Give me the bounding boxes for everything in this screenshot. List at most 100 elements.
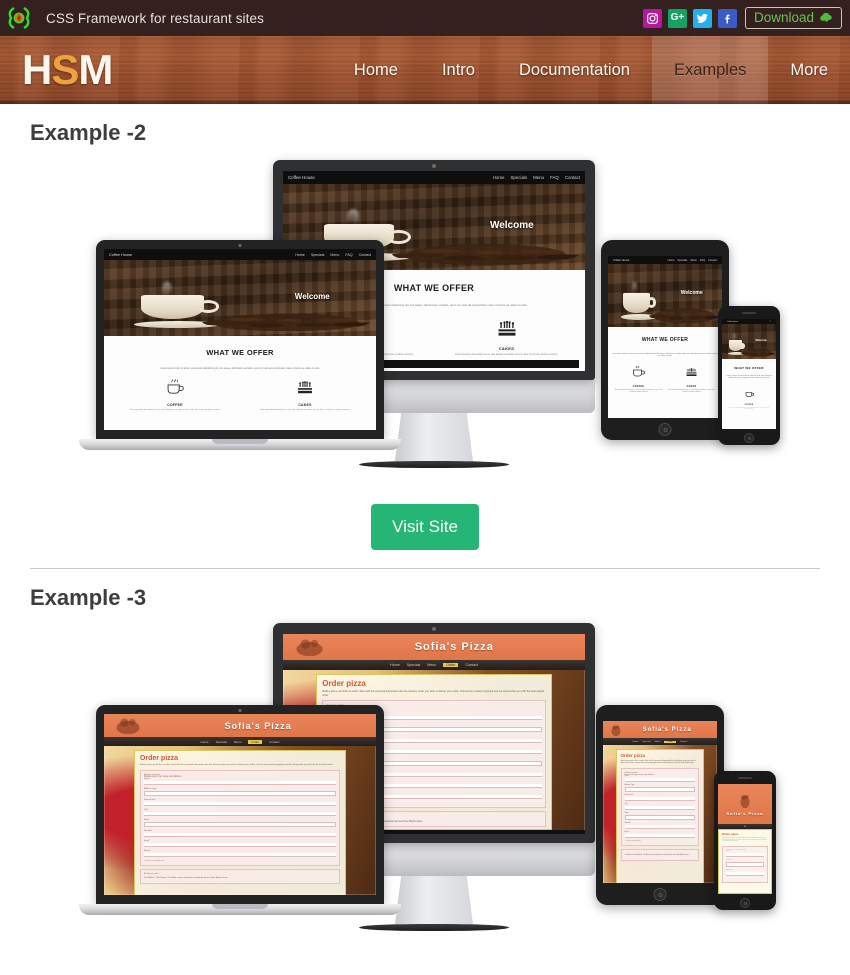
coffee-phone-menu-icon[interactable]: ☰: [769, 321, 771, 323]
section-divider: [30, 568, 820, 569]
phone-home-button[interactable]: [744, 433, 754, 443]
coffee-phone-hero-word: Welcome: [755, 338, 767, 342]
pizza-tablet-select-state[interactable]: [624, 814, 696, 820]
pizza-nav-home[interactable]: Home: [390, 663, 400, 667]
instagram-icon[interactable]: [642, 8, 662, 28]
pizza-tablet-label-street: Street name*: [624, 794, 634, 796]
pizza-tablet-input-street[interactable]: [624, 796, 696, 801]
pizza-tablet-nav-home[interactable]: Home: [633, 741, 639, 743]
coffee-tablet-links: Home Specials Menu FAQ Contact: [668, 259, 717, 262]
tablet-mockup-coffee[interactable]: Coffee House Home Specials Menu FAQ Cont…: [601, 240, 729, 440]
coffee-nav-home[interactable]: Home: [493, 175, 505, 180]
pizza-laptop-card: Order pizza Build a pizza you'd like to …: [133, 750, 347, 895]
site-logo[interactable]: HSM: [22, 49, 113, 91]
coffee-phone-paragraph: Lorem ipsum dolor sit amet, consectetur …: [726, 376, 772, 379]
hsm-bracket-logo-icon[interactable]: [6, 5, 32, 31]
tablet-home-button-2[interactable]: [653, 888, 667, 901]
nav-item-more[interactable]: More: [768, 36, 850, 104]
pizza-laptop-input-email[interactable]: [143, 842, 337, 847]
google-plus-icon[interactable]: G+: [667, 8, 687, 28]
visit-site-button-example-2[interactable]: Visit Site: [371, 504, 479, 550]
pizza-tablet-nav-order[interactable]: Order: [664, 740, 676, 743]
coffee-phone-hero: Welcome: [722, 324, 776, 359]
download-label: Download: [753, 10, 814, 25]
pizza-phone-input-street[interactable]: [726, 871, 764, 876]
pizza-phone-screen: Sofia's Pizza ☰ Order pizza Build a pizz…: [718, 784, 772, 894]
pizza-tablet-input-email[interactable]: [624, 833, 696, 838]
coffee-laptop-nav-home[interactable]: Home: [295, 253, 305, 257]
coffee-tablet-nav-faq[interactable]: FAQ: [700, 259, 705, 262]
pizza-laptop-nav-menu[interactable]: Menu: [234, 740, 242, 744]
coffee-phone-body: WHAT WE OFFER Lorem ipsum dolor sit amet…: [722, 359, 776, 429]
example-3-section: Example -3 Sofia's Pizza Home Specials M…: [0, 585, 850, 933]
pizza-nav-order[interactable]: Order: [443, 663, 459, 667]
coffee-laptop-links: Home Specials Menu FAQ Contact: [295, 253, 371, 257]
pizza-laptop-input-city[interactable]: [143, 811, 337, 816]
coffee-laptop-nav-specials[interactable]: Specials: [311, 253, 325, 257]
example-2-section: Example -2 Coffee House Home Specials Me…: [0, 120, 850, 569]
pizza-laptop-nav-specials[interactable]: Specials: [216, 740, 227, 744]
pizza-tablet-nav-contact[interactable]: Contact: [680, 741, 688, 743]
main-navigation: Home Intro Documentation Examples More: [332, 36, 850, 104]
coffee-laptop-cap-cakes: CAKES: [298, 403, 312, 408]
coffee-laptop-text-coffee: Erat imperdiet dissentiunt ea uis, alia …: [129, 409, 221, 412]
cloud-download-icon: [820, 12, 832, 22]
laptop-mockup-pizza[interactable]: Sofia's Pizza Home Specials Menu Order C…: [79, 705, 401, 915]
pizza-phone-select-addr[interactable]: [726, 861, 764, 867]
coffee-nav-specials[interactable]: Specials: [510, 175, 527, 180]
download-button[interactable]: Download: [744, 7, 842, 29]
laptop-mockup-coffee[interactable]: Coffee House Home Specials Menu FAQ Cont…: [79, 240, 401, 450]
pizza-phone-logo-icon: [737, 791, 753, 809]
nav-label: Examples: [673, 60, 747, 79]
pizza-tablet-input-name[interactable]: [624, 777, 696, 782]
pizza-laptop-paragraph: Build a pizza you'd like to order. Start…: [139, 764, 334, 766]
monitor-camera-icon: [432, 164, 436, 168]
tablet-home-button[interactable]: [658, 423, 672, 436]
nav-item-home[interactable]: Home: [332, 36, 420, 104]
coffee-nav-faq[interactable]: FAQ: [550, 175, 559, 180]
pizza-laptop-input-street[interactable]: [143, 801, 337, 806]
pizza-tablet-input-zip[interactable]: [624, 824, 696, 829]
coffee-nav-contact[interactable]: Contact: [565, 175, 580, 180]
phone-mockup-pizza[interactable]: Sofia's Pizza ☰ Order pizza Build a pizz…: [714, 771, 776, 910]
nav-item-documentation[interactable]: Documentation: [497, 36, 652, 104]
pizza-tablet-nav-menu[interactable]: Menu: [655, 741, 660, 743]
pizza-laptop-nav-home[interactable]: Home: [201, 740, 209, 744]
tablet-mockup-pizza[interactable]: Sofia's Pizza Home Specials Menu Order C…: [596, 705, 724, 905]
pizza-laptop-input-zip[interactable]: [143, 832, 337, 837]
coffee-tablet-nav-menu[interactable]: Menu: [690, 259, 697, 262]
pizza-nav-menu[interactable]: Menu: [427, 663, 436, 667]
coffee-nav-menu[interactable]: Menu: [533, 175, 544, 180]
pizza-laptop-select-addr[interactable]: [143, 790, 337, 796]
pizza-tablet-select-addr[interactable]: [624, 786, 696, 792]
twitter-icon[interactable]: [692, 8, 712, 28]
pizza-laptop-select-state[interactable]: [143, 821, 337, 827]
pizza-laptop-input-phone[interactable]: [143, 852, 337, 857]
pizza-phone-input-name[interactable]: [726, 852, 764, 857]
laptop-base: [79, 439, 401, 450]
coffee-tablet-nav-specials[interactable]: Specials: [678, 259, 688, 262]
pizza-tablet-input-city[interactable]: [624, 805, 696, 810]
laptop-camera-icon-2: [238, 708, 242, 712]
nav-item-intro[interactable]: Intro: [420, 36, 497, 104]
facebook-icon[interactable]: [717, 8, 737, 28]
pizza-laptop-nav-contact[interactable]: Contact: [269, 740, 279, 744]
pizza-phone-menu-icon[interactable]: ☰: [744, 826, 746, 828]
coffee-laptop-nav-faq[interactable]: FAQ: [345, 253, 352, 257]
pizza-laptop-label-city: City*: [143, 808, 149, 811]
pizza-laptop-input-name[interactable]: [143, 780, 337, 785]
coffee-tablet-nav-contact[interactable]: Contact: [708, 259, 717, 262]
pizza-nav-specials[interactable]: Specials: [407, 663, 421, 667]
pizza-nav-contact[interactable]: Contact: [465, 663, 477, 667]
monitor-stand-foot-2: [359, 924, 509, 931]
phone-mockup-coffee[interactable]: Coffee House ☰ Welcome WHAT WE OFFER Lor…: [718, 306, 780, 445]
pizza-tablet-nav-specials[interactable]: Specials: [642, 741, 650, 743]
phone-home-button-2[interactable]: [740, 898, 750, 908]
coffee-phone-heading: WHAT WE OFFER: [734, 366, 764, 370]
coffee-laptop-nav-menu[interactable]: Menu: [330, 253, 339, 257]
coffee-tablet-nav-home[interactable]: Home: [668, 259, 675, 262]
pizza-laptop-screen: Sofia's Pizza Home Specials Menu Order C…: [104, 714, 376, 895]
pizza-laptop-nav-order[interactable]: Order: [248, 739, 263, 744]
nav-item-examples[interactable]: Examples: [651, 36, 769, 104]
coffee-laptop-nav-contact[interactable]: Contact: [359, 253, 371, 257]
